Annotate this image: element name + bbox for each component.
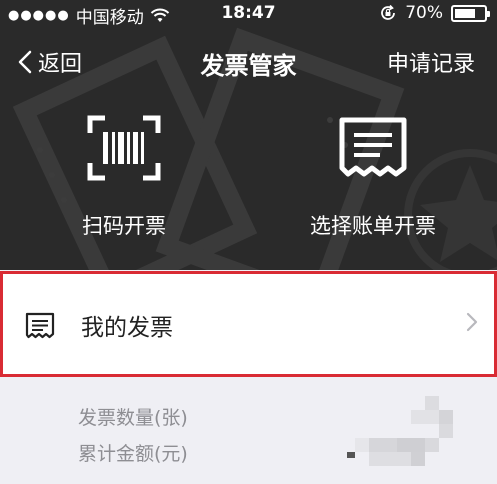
my-invoices-row[interactable]: 我的发票 bbox=[0, 271, 497, 377]
my-invoices-label: 我的发票 bbox=[81, 315, 173, 341]
chevron-right-icon bbox=[466, 312, 478, 332]
apply-records-button[interactable]: 申请记录 bbox=[387, 46, 475, 78]
select-bill-invoice-label: 选择账单开票 bbox=[310, 214, 436, 238]
rotation-lock-icon bbox=[381, 4, 396, 20]
scan-invoice-button[interactable]: 扫码开票 bbox=[0, 108, 248, 240]
receipt-icon bbox=[339, 117, 407, 177]
battery-icon bbox=[451, 4, 490, 22]
invoice-icon bbox=[25, 312, 55, 339]
select-bill-invoice-button[interactable]: 选择账单开票 bbox=[249, 108, 497, 240]
invoice-count-label: 发票数量(张) bbox=[78, 407, 188, 429]
nav-bar: 返回 发票管家 申请记录 bbox=[0, 38, 497, 88]
blurred-stat-values bbox=[347, 396, 467, 470]
status-bar: ●●●●● 中国移动 18:47 70% bbox=[0, 0, 497, 28]
battery-percent: 70% bbox=[405, 3, 443, 23]
invoice-stats: 发票数量(张) 累计金额(元) bbox=[78, 400, 188, 472]
barcode-scan-icon bbox=[87, 115, 161, 181]
scan-invoice-label: 扫码开票 bbox=[82, 214, 166, 238]
header: ●●●●● 中国移动 18:47 70% 返回 发票管家 申请记录 扫码开票 选… bbox=[0, 0, 497, 270]
invoice-total-label: 累计金额(元) bbox=[78, 443, 188, 465]
